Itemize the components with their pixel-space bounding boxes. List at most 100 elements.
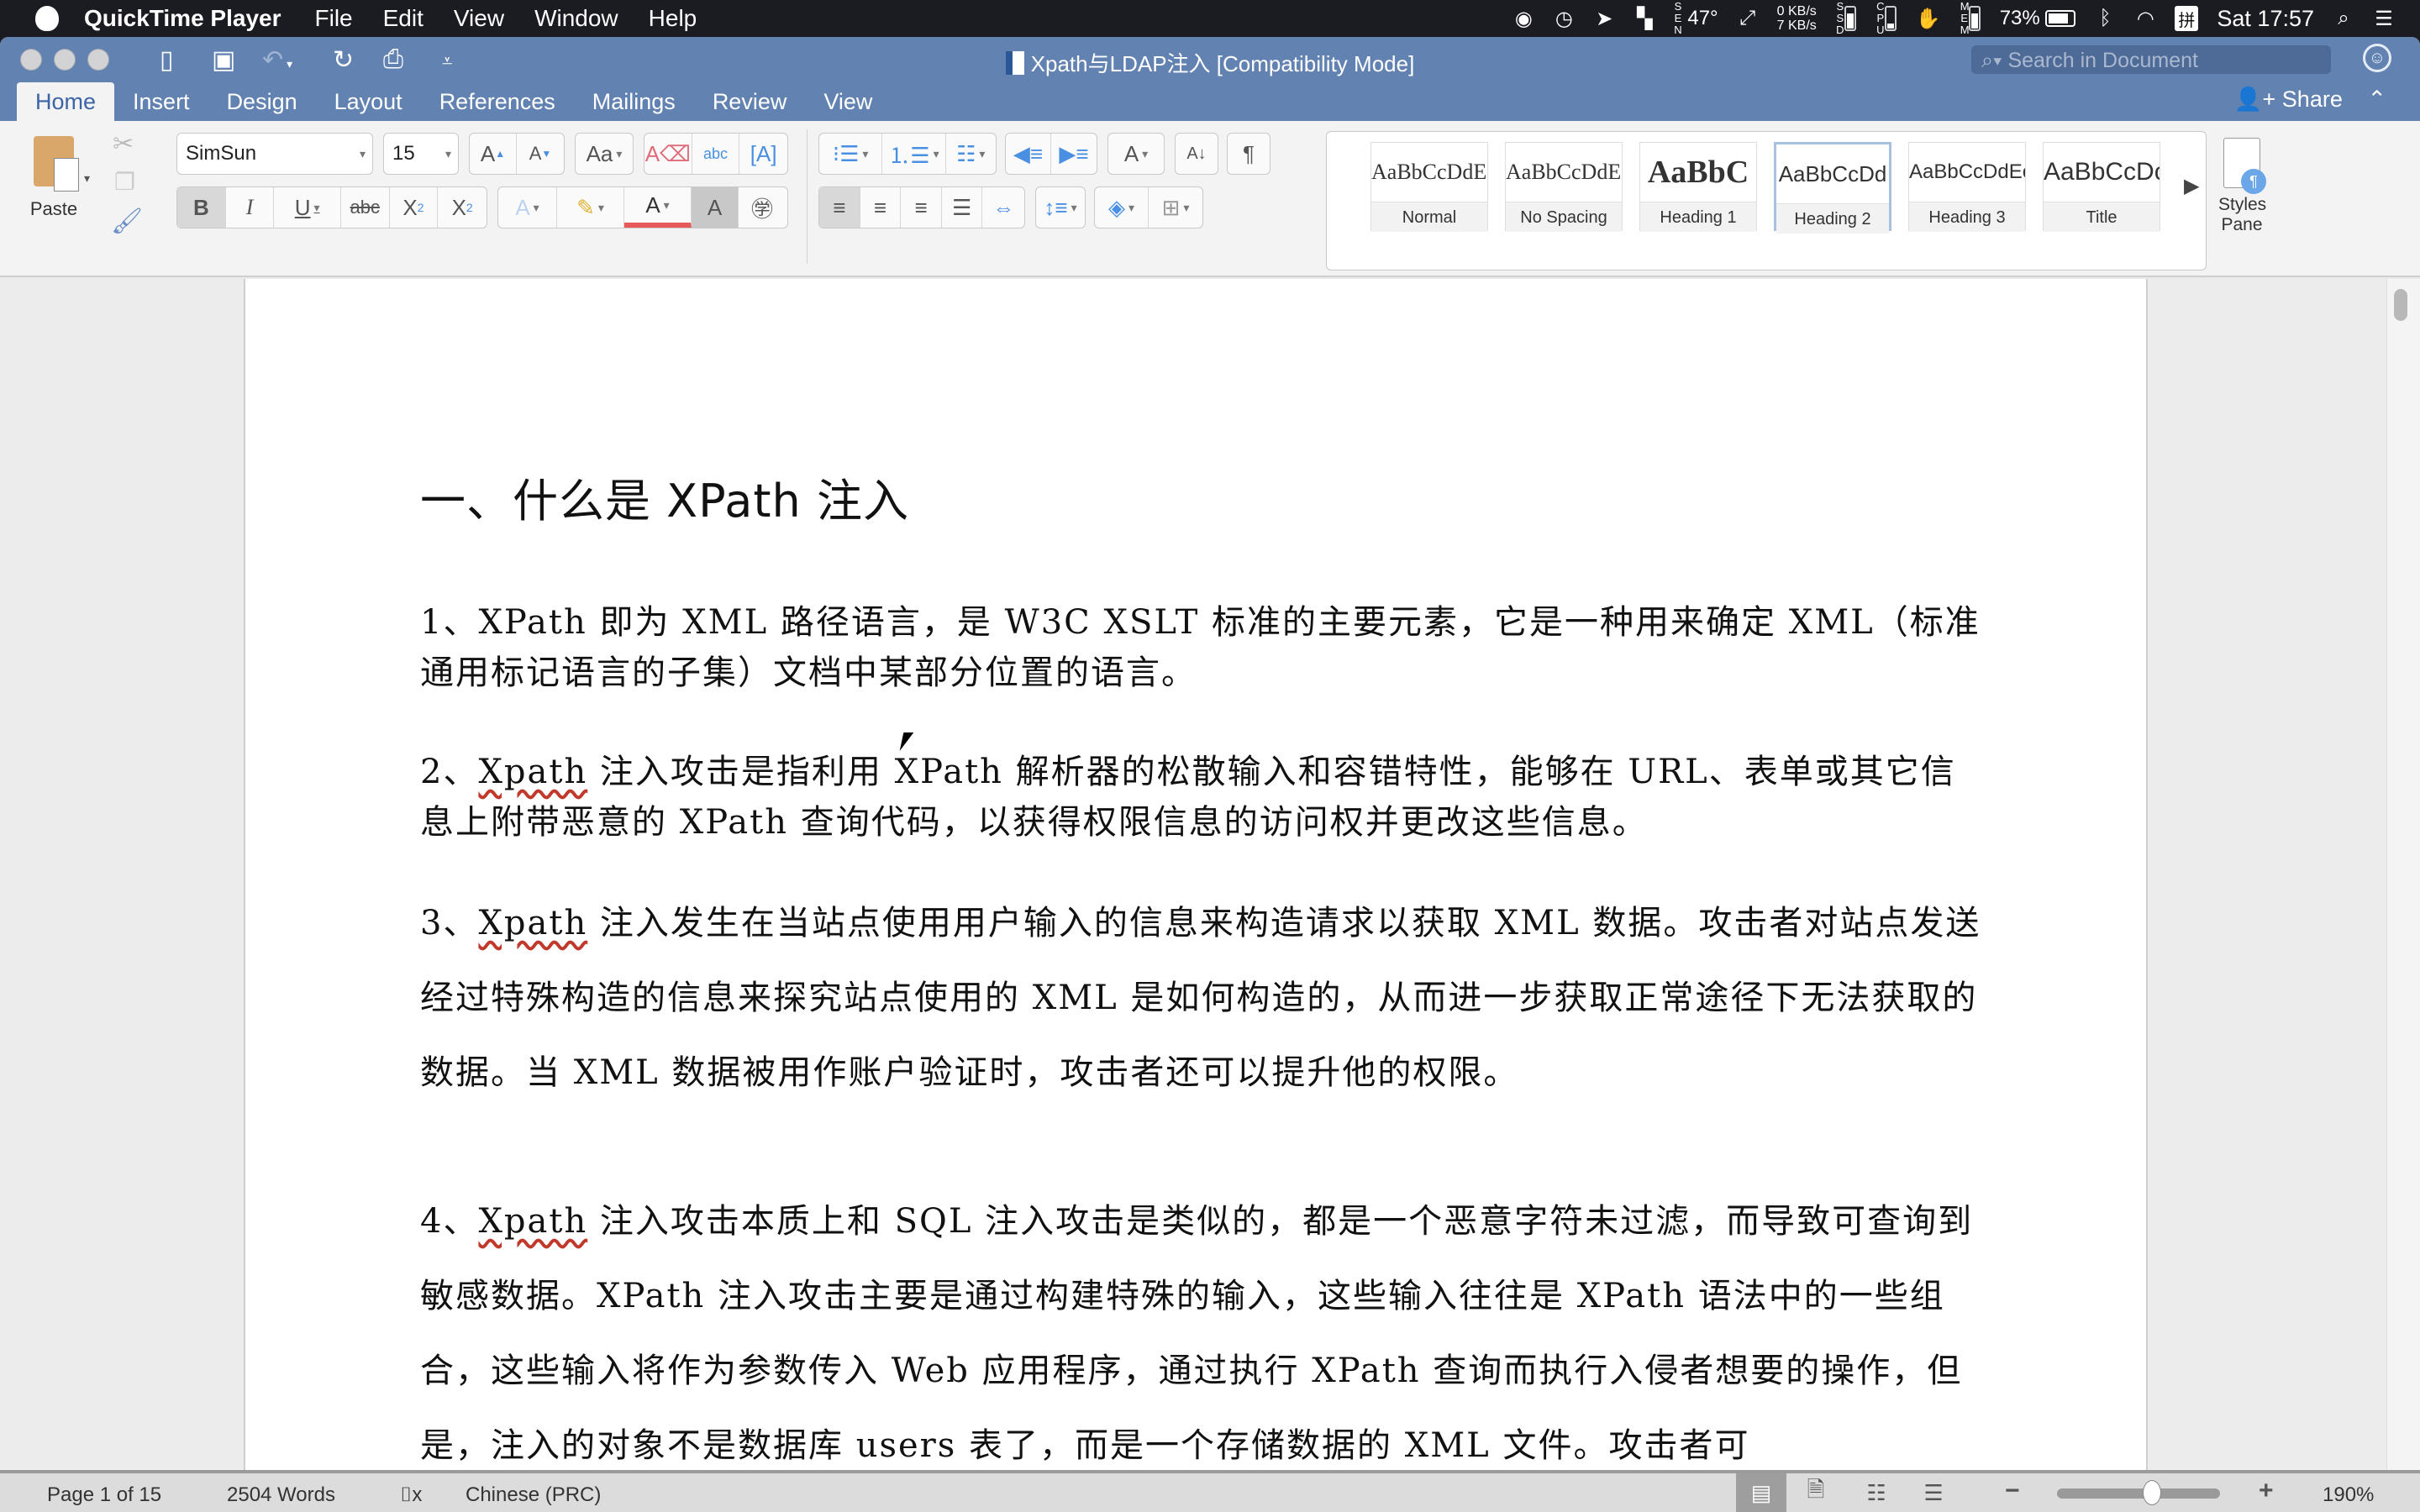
menu-window[interactable]: Window <box>534 5 618 32</box>
style-heading-2[interactable]: AaBbCcDd Heading 2 <box>1774 142 1891 234</box>
subscript-button[interactable]: X2 <box>390 187 439 228</box>
proofing-icon[interactable]: ⌷x <box>400 1483 422 1507</box>
strikethrough-button[interactable]: abc <box>341 187 390 228</box>
zoom-slider-thumb[interactable] <box>2143 1480 2161 1505</box>
align-center-button[interactable]: ≡ <box>860 187 902 228</box>
align-left-button[interactable]: ≡ <box>819 187 860 228</box>
notification-center-icon[interactable]: ☰ <box>2373 6 2395 31</box>
tab-view[interactable]: View <box>805 82 891 121</box>
tab-layout[interactable]: Layout <box>316 82 421 121</box>
styles-pane-button[interactable]: ¶ Styles Pane <box>2218 138 2266 235</box>
align-right-button[interactable]: ≡ <box>901 187 942 228</box>
bullets-icon[interactable]: ⁝☰ ▾ <box>819 134 883 174</box>
multilevel-list-icon[interactable]: ☷ ▾ <box>946 134 996 174</box>
document-page[interactable]: 一、什么是 XPath 注入 1、XPath 即为 XML 路径语言，是 W3C… <box>244 279 2148 1485</box>
feedback-smiley-icon[interactable]: ☺ <box>2363 44 2391 72</box>
sort-icon[interactable]: A↓ <box>1176 134 1218 174</box>
spelling-error-word[interactable]: Xpath <box>478 1202 587 1241</box>
zoom-level[interactable]: 190% <box>2323 1483 2374 1507</box>
tab-references[interactable]: References <box>421 82 574 121</box>
weather-icon[interactable]: SEN 47° <box>1674 1 1718 36</box>
outline-view-icon[interactable]: ☷ <box>1859 1473 1894 1512</box>
style-no-spacing[interactable]: AaBbCcDdEe No Spacing <box>1505 142 1623 232</box>
menu-view[interactable]: View <box>454 5 504 32</box>
grow-font-icon[interactable]: A ▲ <box>470 134 517 174</box>
mem-monitor[interactable]: MEM <box>1960 1 1981 36</box>
hand-icon[interactable]: ✋ <box>1916 6 1941 31</box>
distributed-icon[interactable]: ⇔ <box>982 187 1024 228</box>
format-painter-icon[interactable]: 🖌 <box>111 207 143 236</box>
wifi-icon[interactable]: ◠ <box>2134 6 2156 31</box>
style-normal[interactable]: AaBbCcDdEe Normal <box>1370 142 1488 232</box>
ssd-monitor[interactable]: SSD <box>1835 1 1857 36</box>
paper-plane-icon[interactable]: ➤ <box>1593 6 1615 31</box>
menu-help[interactable]: Help <box>649 5 697 32</box>
clock[interactable]: Sat 17:57 <box>2217 6 2314 31</box>
scrollbar-thumb[interactable] <box>2394 289 2407 321</box>
record-icon[interactable]: ◉ <box>1512 6 1534 31</box>
battery-status[interactable]: 73% <box>2000 6 2076 31</box>
font-color-icon[interactable]: A ▾ <box>624 187 692 228</box>
menu-app-name[interactable]: QuickTime Player <box>84 5 281 32</box>
shading-bucket-icon[interactable]: ◈ ▾ <box>1095 187 1149 228</box>
input-method-icon[interactable]: 拼 <box>2175 6 2199 31</box>
time-machine-icon[interactable]: ◷ <box>1553 6 1575 31</box>
arrows-icon[interactable]: ⤢ <box>1737 6 1759 31</box>
zoom-in-button[interactable]: + <box>2259 1477 2274 1505</box>
tab-review[interactable]: Review <box>694 82 806 121</box>
menu-file[interactable]: File <box>315 5 353 32</box>
network-monitor[interactable]: 0 KB/s 7 KB/s <box>1777 4 1817 33</box>
apple-menu-icon[interactable] <box>35 6 59 31</box>
superscript-button[interactable]: X2 <box>438 187 487 228</box>
vertical-scrollbar[interactable] <box>2386 279 2420 1485</box>
copy-icon[interactable]: ❐ <box>114 168 135 196</box>
spelling-error-word[interactable]: Xpath <box>478 904 587 942</box>
style-heading-1[interactable]: AaBbC Heading 1 <box>1639 142 1757 232</box>
paste-button[interactable]: Paste <box>20 131 87 220</box>
tab-mailings[interactable]: Mailings <box>574 82 694 121</box>
italic-button[interactable]: I <box>226 187 275 228</box>
collapse-ribbon-icon[interactable]: ⌃ <box>2367 87 2386 112</box>
text-effects-icon[interactable]: A ▾ <box>498 187 557 228</box>
show-formatting-marks-icon[interactable]: ¶ <box>1228 134 1270 174</box>
increase-indent-icon[interactable]: ▶≡ <box>1051 134 1097 174</box>
zoom-out-button[interactable]: − <box>2005 1477 2020 1505</box>
decrease-indent-icon[interactable]: ◀≡ <box>1006 134 1052 174</box>
font-name-select[interactable]: SimSun ▾ <box>176 133 373 175</box>
numbering-icon[interactable]: ⒈☰ ▾ <box>882 134 946 174</box>
shrink-font-icon[interactable]: A ▼ <box>517 134 564 174</box>
style-title[interactable]: AaBbCcDc Title <box>2043 142 2160 232</box>
web-layout-view-icon[interactable]: 🗎 <box>1798 1473 1833 1512</box>
menu-edit[interactable]: Edit <box>383 5 424 32</box>
bluetooth-icon[interactable]: ᛒ <box>2094 6 2116 31</box>
tab-insert[interactable]: Insert <box>114 82 208 121</box>
style-heading-3[interactable]: AaBbCcDdEe Heading 3 <box>1908 142 2026 232</box>
line-spacing-icon[interactable]: ↕≡ ▾ <box>1036 187 1085 228</box>
share-button[interactable]: 👤+ Share ⌃ <box>2234 86 2386 113</box>
cpu-monitor[interactable]: CPU <box>1876 1 1897 36</box>
text-direction-icon[interactable]: A ▾ <box>1108 134 1164 174</box>
draft-view-icon[interactable]: ☰ <box>1916 1473 1951 1512</box>
zoom-slider[interactable] <box>2057 1488 2220 1499</box>
language-label[interactable]: Chinese (PRC) <box>466 1483 601 1507</box>
underline-button[interactable]: U ▾ <box>274 187 341 228</box>
change-case-icon[interactable]: Aa ▾ <box>576 134 633 174</box>
font-size-select[interactable]: 15 ▾ <box>383 133 459 175</box>
borders-icon[interactable]: ⊞ ▾ <box>1149 187 1202 228</box>
highlight-color-icon[interactable]: ✎ ▾ <box>557 187 624 228</box>
styles-next-arrow-icon[interactable]: ▶ <box>2184 174 2199 198</box>
spotlight-search-icon[interactable]: ⌕ <box>2333 6 2354 31</box>
clear-formatting-icon[interactable]: A⌫ <box>644 134 692 174</box>
cut-icon[interactable]: ✂ <box>113 129 134 159</box>
print-layout-view-icon[interactable]: ▤ <box>1736 1473 1786 1512</box>
bold-button[interactable]: B <box>177 187 226 228</box>
word-count[interactable]: 2504 Words <box>227 1483 335 1507</box>
phonetic-guide-icon[interactable]: abc <box>692 134 740 174</box>
justify-button[interactable]: ☰ <box>942 187 983 228</box>
paste-options-dropdown[interactable]: ▾ <box>84 171 90 186</box>
tab-design[interactable]: Design <box>208 82 316 121</box>
bookmark-icon[interactable]: ▚ <box>1634 6 1655 31</box>
tab-home[interactable]: Home <box>17 82 115 121</box>
enclose-characters-icon[interactable]: ㊫ <box>739 187 786 228</box>
document-content[interactable]: 一、什么是 XPath 注入 1、XPath 即为 XML 路径语言，是 W3C… <box>420 464 1983 1483</box>
